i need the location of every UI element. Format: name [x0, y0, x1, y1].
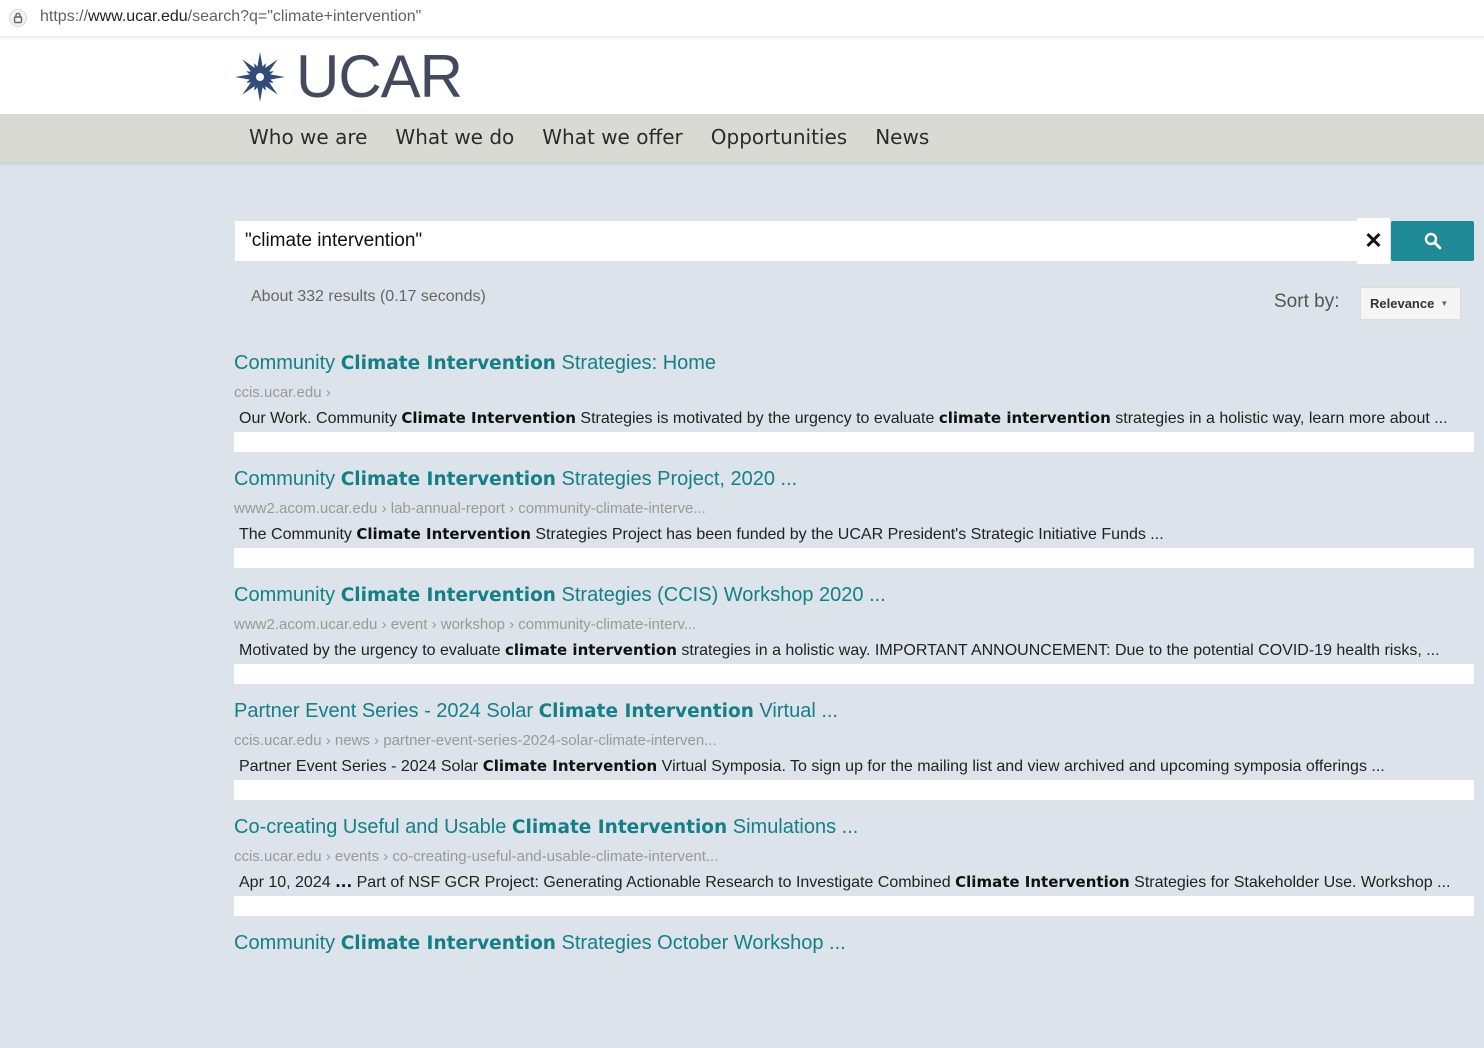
browser-address-bar[interactable]: https://www.ucar.edu/search?q="climate+i… — [0, 0, 1484, 37]
nav-item-opportunities[interactable]: Opportunities — [711, 125, 847, 149]
nav-item-what-we-do[interactable]: What we do — [395, 125, 514, 149]
result-item: Co-creating Useful and Usable Climate In… — [234, 816, 1474, 932]
highlight-term: climate intervention — [938, 409, 1111, 427]
highlight-term: Climate Intervention — [340, 933, 556, 954]
result-title-link[interactable]: Community Climate Intervention Strategie… — [234, 584, 886, 607]
ucar-logo[interactable]: UCAR — [234, 43, 463, 110]
result-url: www2.acom.ucar.edu › lab-annual-report ›… — [234, 500, 706, 517]
highlight-term: Climate Intervention — [356, 525, 531, 543]
result-divider — [234, 780, 1474, 800]
url-path: /search?q="climate+intervention" — [187, 8, 422, 25]
text-segment: Strategies Project, 2020 ... — [555, 468, 798, 490]
text-segment: Strategies (CCIS) Workshop 2020 ... — [555, 584, 886, 606]
result-item: Community Climate Intervention Strategie… — [234, 584, 1474, 700]
result-url: ccis.ucar.edu › news › partner-event-ser… — [234, 732, 717, 749]
result-snippet: The Community Climate Intervention Strat… — [239, 525, 1164, 544]
result-item: Community Climate Intervention Strategie… — [234, 468, 1474, 584]
result-title-link[interactable]: Partner Event Series - 2024 Solar Climat… — [234, 700, 838, 723]
nav-item-news[interactable]: News — [875, 125, 929, 149]
result-divider — [234, 432, 1474, 452]
nav-item-who-we-are[interactable]: Who we are — [249, 125, 367, 149]
main-nav: Who we are What we do What we offer Oppo… — [0, 114, 1484, 162]
text-segment: Partner Event Series - 2024 Solar — [234, 700, 539, 722]
result-title-link[interactable]: Community Climate Intervention Strategie… — [234, 352, 716, 375]
url-prefix: https:// — [40, 8, 89, 25]
url-domain: www.ucar.edu — [88, 8, 188, 25]
result-title-link[interactable]: Co-creating Useful and Usable Climate In… — [234, 816, 858, 839]
highlight-term: Climate Intervention — [340, 585, 556, 606]
results-list: Community Climate Intervention Strategie… — [234, 352, 1474, 1048]
sort-label: Sort by: — [1274, 291, 1340, 312]
highlight-term: Climate Intervention — [538, 701, 754, 722]
text-segment: Part of NSF GCR Project: Generating Acti… — [352, 874, 956, 891]
highlight-term: Climate Intervention — [482, 757, 658, 775]
text-segment: Strategies: Home — [555, 352, 717, 374]
ucar-star-icon — [235, 52, 285, 102]
text-segment: Motivated by the urgency to evaluate — [239, 642, 505, 659]
result-url: ccis.ucar.edu › — [234, 384, 331, 401]
highlight-term: Climate Intervention — [401, 409, 576, 427]
result-divider — [234, 664, 1474, 684]
text-segment: Our Work. Community — [239, 410, 402, 427]
logo-text: UCAR — [296, 43, 463, 110]
lock-icon[interactable] — [9, 9, 27, 27]
result-title-link[interactable]: Community Climate Intervention Strategie… — [234, 932, 846, 955]
text-segment: Community — [234, 468, 341, 490]
site-header: UCAR — [0, 40, 1484, 114]
text-segment: Community — [234, 932, 341, 954]
text-segment: Simulations ... — [727, 816, 859, 838]
close-icon: ✕ — [1364, 228, 1383, 253]
text-segment: Apr 10, 2024 — [239, 874, 336, 891]
result-divider — [234, 896, 1474, 916]
address-url[interactable]: https://www.ucar.edu/search?q="climate+i… — [40, 8, 421, 26]
result-item: Community Climate Intervention Strategie… — [234, 932, 1474, 1048]
result-url: www2.acom.ucar.edu › event › workshop › … — [234, 616, 697, 633]
result-count: About 332 results (0.17 seconds) — [251, 288, 486, 305]
sort-dropdown[interactable]: Relevance ▼ — [1360, 287, 1461, 320]
nav-item-what-we-offer[interactable]: What we offer — [542, 125, 682, 149]
result-divider — [234, 548, 1474, 568]
text-segment: Strategies October Workshop ... — [555, 932, 846, 954]
text-segment: Virtual ... — [753, 700, 838, 722]
search-icon — [1424, 232, 1441, 250]
text-segment: Strategies Project has been funded by th… — [530, 526, 1164, 543]
result-snippet: Motivated by the urgency to evaluate cli… — [239, 641, 1440, 660]
text-segment: Strategies for Stakeholder Use. Workshop… — [1129, 874, 1451, 891]
highlight-term: Climate Intervention — [955, 873, 1130, 891]
text-segment: Strategies is motivated by the urgency t… — [575, 410, 939, 427]
highlight-term: ... — [335, 873, 353, 891]
text-segment: strategies in a holistic way, learn more… — [1110, 410, 1448, 427]
highlight-term: Climate Intervention — [511, 817, 728, 838]
result-item: Community Climate Intervention Strategie… — [234, 352, 1474, 468]
search-button[interactable] — [1391, 221, 1474, 261]
text-segment: strategies in a holistic way. IMPORTANT … — [676, 642, 1440, 659]
result-title-link[interactable]: Community Climate Intervention Strategie… — [234, 468, 797, 491]
highlight-term: Climate Intervention — [340, 469, 556, 490]
clear-search-button[interactable]: ✕ — [1357, 218, 1390, 264]
result-url: ccis.ucar.edu › events › co-creating-use… — [234, 848, 719, 865]
text-segment: Community — [234, 584, 341, 606]
sort-value: Relevance — [1370, 296, 1435, 311]
result-snippet: Our Work. Community Climate Intervention… — [239, 409, 1448, 428]
result-item: Partner Event Series - 2024 Solar Climat… — [234, 700, 1474, 816]
chevron-down-icon: ▼ — [1440, 299, 1449, 308]
result-snippet: Partner Event Series - 2024 Solar Climat… — [239, 757, 1385, 776]
search-input[interactable] — [235, 221, 1357, 261]
text-segment: Co-creating Useful and Usable — [234, 816, 512, 838]
text-segment: Community — [234, 352, 341, 374]
text-segment: Virtual Symposia. To sign up for the mai… — [657, 758, 1385, 775]
result-snippet: Apr 10, 2024 ... Part of NSF GCR Project… — [239, 873, 1450, 892]
highlight-term: Climate Intervention — [340, 353, 556, 374]
highlight-term: climate intervention — [504, 641, 677, 659]
text-segment: Partner Event Series - 2024 Solar — [239, 758, 483, 775]
text-segment: The Community — [239, 526, 357, 543]
